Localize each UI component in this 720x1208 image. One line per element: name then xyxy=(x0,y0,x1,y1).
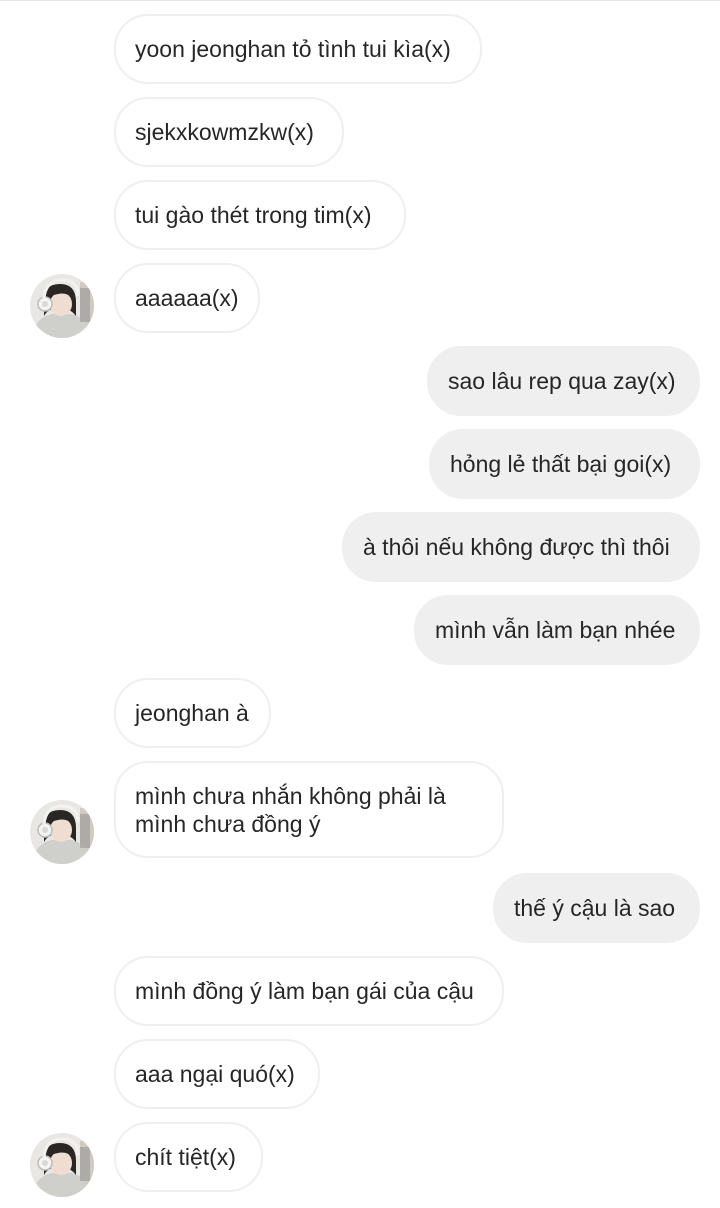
message-bubble-incoming[interactable]: mình đồng ý làm bạn gái của cậu xyxy=(114,956,504,1026)
message-bubble-incoming[interactable]: chít tiệt(x) xyxy=(114,1122,263,1192)
message-bubble-outgoing[interactable]: mình vẫn làm bạn nhée xyxy=(414,595,700,665)
avatar-photo-icon xyxy=(30,1133,94,1197)
message-bubble-incoming[interactable]: tui gào thét trong tim(x) xyxy=(114,180,406,250)
contact-avatar[interactable] xyxy=(30,1133,94,1197)
message-bubble-outgoing[interactable]: hỏng lẻ thất bại goi(x) xyxy=(429,429,700,499)
avatar-photo-icon xyxy=(30,800,94,864)
message-bubble-incoming[interactable]: yoon jeonghan tỏ tình tui kìa(x) xyxy=(114,14,482,84)
top-divider xyxy=(0,0,720,1)
message-bubble-incoming[interactable]: aaaaaa(x) xyxy=(114,263,260,333)
message-bubble-incoming[interactable]: jeonghan à xyxy=(114,678,271,748)
avatar-photo-icon xyxy=(30,274,94,338)
message-bubble-incoming[interactable]: sjekxkowmzkw(x) xyxy=(114,97,344,167)
message-bubble-outgoing[interactable]: à thôi nếu không được thì thôi xyxy=(342,512,700,582)
message-bubble-outgoing[interactable]: thế ý cậu là sao xyxy=(493,873,700,943)
message-bubble-outgoing[interactable]: sao lâu rep qua zay(x) xyxy=(427,346,700,416)
message-bubble-incoming[interactable]: aaa ngại quó(x) xyxy=(114,1039,320,1109)
message-bubble-incoming[interactable]: mình chưa nhắn không phải là mình chưa đ… xyxy=(114,761,504,858)
contact-avatar[interactable] xyxy=(30,274,94,338)
chat-thread: yoon jeonghan tỏ tình tui kìa(x) sjekxko… xyxy=(0,0,720,1208)
contact-avatar[interactable] xyxy=(30,800,94,864)
